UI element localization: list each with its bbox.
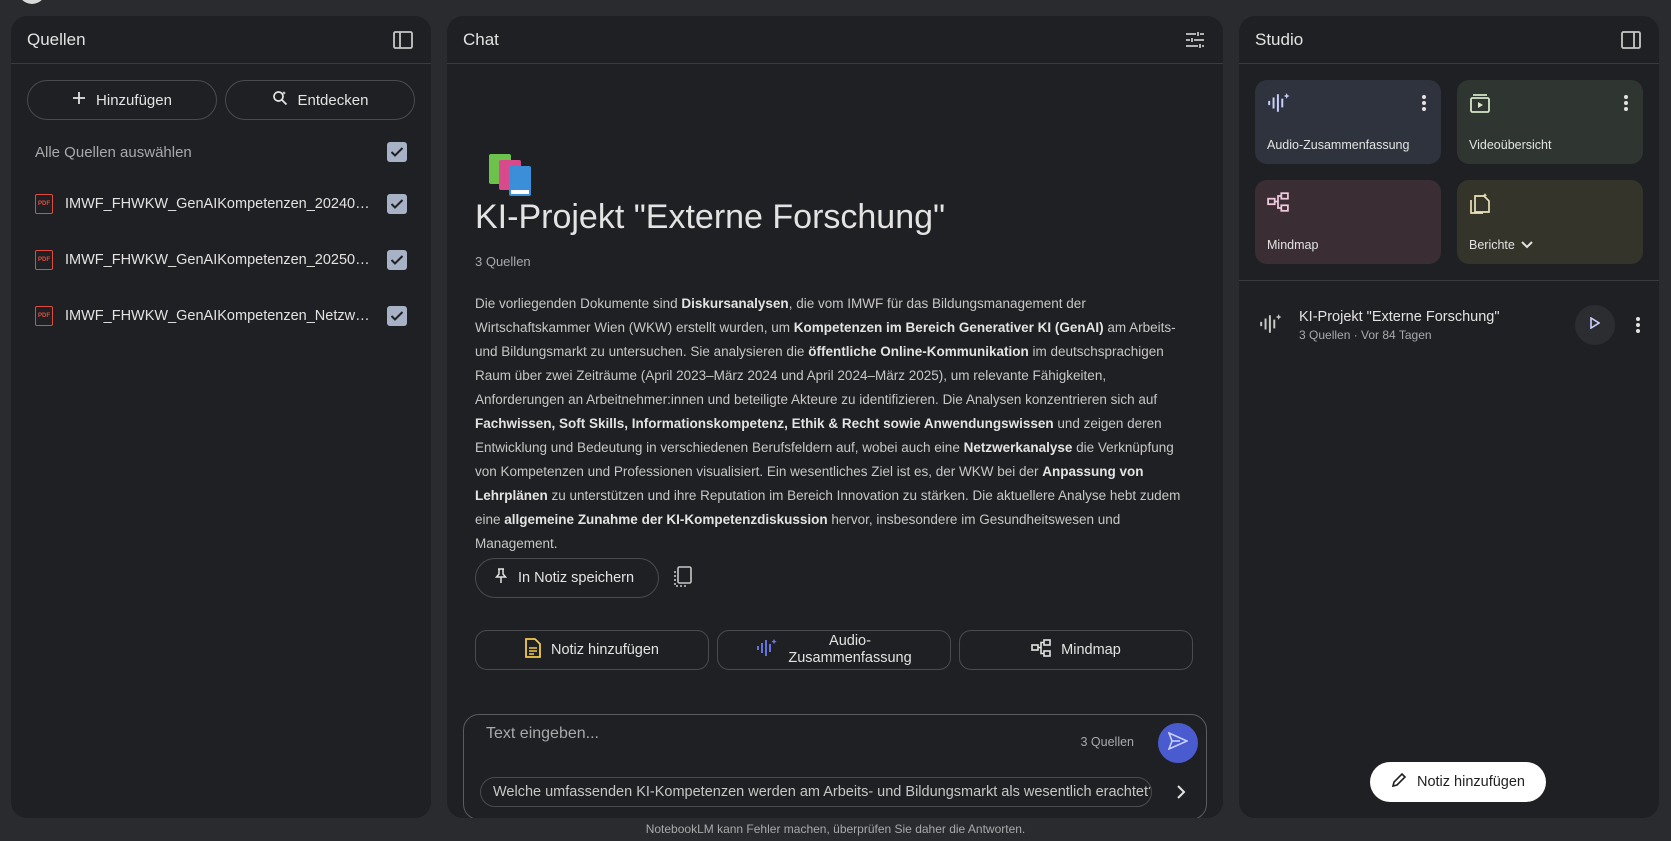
more-vert-icon[interactable] (1623, 94, 1629, 112)
mindmap-icon (1031, 638, 1051, 662)
studio-title: Studio (1255, 29, 1304, 49)
add-source-button[interactable]: Hinzufügen (27, 80, 217, 120)
copy-icon[interactable] (673, 566, 697, 590)
chat-body: KI-Projekt "Externe Forschung" 3 Quellen… (447, 64, 1223, 818)
notebook-source-count: 3 Quellen (475, 254, 531, 269)
summary-highlight: Diskursanalysen (681, 296, 789, 311)
chevron-right-icon[interactable] (1166, 777, 1196, 807)
sources-title: Quellen (27, 29, 86, 49)
audio-summary-tile-label: Audio-Zusammenfassung (1267, 138, 1410, 152)
books-icon (487, 152, 537, 198)
saved-note-item[interactable]: KI-Projekt "Externe Forschung" 3 Quellen… (1239, 281, 1659, 369)
audio-summary-tile[interactable]: Audio-Zusammenfassung (1255, 80, 1441, 164)
summary-text: Die vorliegenden Dokumente sind (475, 296, 682, 311)
play-icon (1590, 316, 1601, 334)
add-note-action-button[interactable]: Notiz hinzufügen (475, 630, 709, 670)
video-overview-tile[interactable]: Videoübersicht (1457, 80, 1643, 164)
saved-note-text: KI-Projekt "Externe Forschung" 3 Quellen… (1299, 309, 1500, 342)
reports-icon (1469, 192, 1493, 216)
studio-header: Studio (1239, 16, 1659, 64)
save-to-note-button[interactable]: In Notiz speichern (475, 558, 660, 598)
mindmap-action-button[interactable]: Mindmap (959, 630, 1193, 670)
studio-tiles: Audio-Zusammenfassung Videoübersicht Min… (1239, 64, 1659, 264)
add-note-label: Notiz hinzufügen (1416, 774, 1525, 790)
source-item[interactable]: PDF IMWF_FHWKW_GenAIKompetenzen_20240808… (11, 176, 431, 232)
pencil-icon (1391, 772, 1407, 792)
mindmap-action-label: Mindmap (1061, 641, 1121, 658)
suggested-question[interactable]: Welche umfassenden KI-Kompetenzen werden… (480, 777, 1152, 807)
play-button[interactable] (1575, 305, 1615, 345)
source-item[interactable]: PDF IMWF_FHWKW_GenAIKompetenzen_Netzwerk… (11, 288, 431, 344)
reports-tile[interactable]: Berichte (1457, 180, 1643, 264)
collapse-panel-icon[interactable] (391, 28, 415, 52)
sources-header: Quellen (11, 16, 431, 64)
chat-header: Chat (447, 16, 1223, 64)
discover-label: Entdecken (297, 91, 369, 109)
notebook-summary: Die vorliegenden Dokumente sind Diskursa… (475, 292, 1195, 556)
discover-button[interactable]: Entdecken (225, 80, 415, 120)
note-icon (525, 637, 541, 663)
video-icon (1469, 92, 1493, 116)
sources-panel: Quellen Hinzufügen Entdecken Alle Quelle… (11, 16, 431, 818)
saved-note-title: KI-Projekt "Externe Forschung" (1299, 308, 1500, 325)
source-checkbox[interactable] (387, 194, 407, 214)
mindmap-tile[interactable]: Mindmap (1255, 180, 1441, 264)
mindmap-icon (1267, 192, 1291, 216)
add-note-button[interactable]: Notiz hinzufügen (1370, 762, 1546, 802)
notebook-title: KI-Projekt "Externe Forschung" (475, 198, 946, 236)
source-name: IMWF_FHWKW_GenAIKompetenzen_Netzwerk.... (65, 308, 375, 324)
chevron-down-icon[interactable] (1521, 238, 1533, 252)
chat-title: Chat (463, 29, 499, 49)
tune-settings-icon[interactable] (1183, 28, 1207, 52)
source-name: IMWF_FHWKW_GenAIKompetenzen_20240808... (65, 196, 375, 212)
input-source-count: 3 Quellen (1080, 735, 1134, 749)
audio-sparkle-icon (1267, 92, 1291, 116)
discover-search-icon (272, 90, 288, 110)
add-source-label: Hinzufügen (96, 91, 172, 109)
chat-panel: Chat KI-Projekt "Externe Forschung" 3 Qu… (447, 16, 1223, 818)
add-note-action-label: Notiz hinzufügen (550, 641, 659, 658)
chat-input-box: 3 Quellen Welche umfassenden KI-Kompeten… (463, 714, 1207, 818)
select-all-checkbox[interactable] (387, 142, 407, 162)
pdf-icon: PDF (35, 250, 53, 270)
collapse-studio-icon[interactable] (1619, 28, 1643, 52)
avatar[interactable] (18, 0, 46, 4)
studio-panel: Studio Audio-Zusammenfassung Videoübersi… (1239, 16, 1659, 818)
pin-icon (494, 568, 508, 588)
audio-sparkle-icon (756, 638, 778, 663)
plus-icon (72, 91, 86, 109)
pdf-icon: PDF (35, 306, 53, 326)
source-list: PDF IMWF_FHWKW_GenAIKompetenzen_20240808… (11, 176, 431, 344)
send-icon (1167, 730, 1189, 755)
footer-disclaimer: NotebookLM kann Fehler machen, überprüfe… (645, 822, 1026, 836)
send-button[interactable] (1158, 723, 1198, 763)
video-overview-tile-label: Videoübersicht (1469, 138, 1552, 152)
saved-note-meta: 3 Quellen · Vor 84 Tagen (1299, 327, 1432, 342)
summary-highlight: Netzwerkanalyse (963, 440, 1073, 455)
reports-label: Berichte (1469, 238, 1515, 252)
save-to-note-label: In Notiz speichern (518, 570, 635, 586)
select-all-label: Alle Quellen auswählen (35, 143, 192, 161)
pdf-icon: PDF (35, 194, 53, 214)
more-vert-icon[interactable] (1635, 315, 1641, 335)
reports-tile-label: Berichte (1469, 238, 1533, 252)
select-all-row: Alle Quellen auswählen (11, 128, 431, 176)
chat-input[interactable] (486, 725, 1046, 743)
more-vert-icon[interactable] (1421, 94, 1427, 112)
summary-highlight: öffentliche Online-Kommunikation (808, 344, 1029, 359)
audio-summary-action-label: Audio- Zusammenfassung (788, 633, 912, 666)
source-checkbox[interactable] (387, 306, 407, 326)
quick-actions: Notiz hinzufügen Audio- Zusammenfassung … (475, 630, 1193, 670)
source-checkbox[interactable] (387, 250, 407, 270)
source-name: IMWF_FHWKW_GenAIKompetenzen_20250522.... (65, 252, 375, 268)
summary-highlight: Kompetenzen im Bereich Generativer KI (G… (793, 320, 1104, 335)
summary-highlight: allgemeine Zunahme der KI-Kompetenzdisku… (504, 512, 828, 527)
summary-highlight: Fachwissen, Soft Skills, Informationskom… (475, 416, 1054, 431)
mindmap-tile-label: Mindmap (1267, 238, 1319, 252)
audio-summary-action-button[interactable]: Audio- Zusammenfassung (717, 630, 951, 670)
source-item[interactable]: PDF IMWF_FHWKW_GenAIKompetenzen_20250522… (11, 232, 431, 288)
audio-note-icon (1259, 313, 1283, 337)
